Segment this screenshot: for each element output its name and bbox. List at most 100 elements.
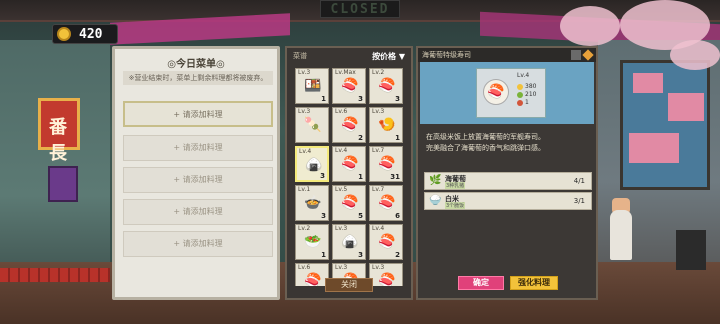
- coin-counter: 420: [52, 24, 118, 44]
- recipe-detail-panel: 海葡萄特级寿司 🍣 Lv.4 380 210 1 在高级米饭上放置海葡萄的军舰寿…: [416, 46, 598, 300]
- recipe-cell[interactable]: Lv.3 🍣: [369, 263, 403, 286]
- recipe-level: Lv.6: [335, 108, 348, 115]
- menu-slot-add-dish[interactable]: + 请添加料理: [123, 231, 273, 257]
- count-stat: 1: [517, 99, 529, 106]
- recipe-cell[interactable]: Lv.6 🍣 2: [332, 107, 366, 143]
- food-icon: 🍣: [378, 78, 396, 94]
- taste-icon: [517, 91, 523, 98]
- sea-grape-icon: 🌿: [429, 175, 442, 186]
- shop-window: [620, 60, 710, 190]
- menu-title: ◎今日菜单◎: [167, 59, 225, 70]
- recipe-level: Lv.7: [372, 186, 385, 193]
- recipe-quantity: 3: [320, 172, 325, 180]
- recipe-level: Lv.6: [298, 264, 311, 271]
- food-icon: 🍣: [341, 156, 359, 172]
- blossom-cluster: [560, 6, 620, 46]
- recipe-level: Lv.7: [372, 147, 385, 154]
- recipe-level: Lv.4: [372, 225, 385, 232]
- recipe-quantity: 1: [395, 134, 400, 142]
- taste-stat: 210: [517, 91, 536, 98]
- enhance-dish-button[interactable]: 强化料理: [510, 276, 558, 290]
- recipe-cell[interactable]: Lv.7 🍣 31: [369, 146, 403, 182]
- menu-slot-add-dish[interactable]: + 请添加料理: [123, 135, 273, 161]
- shop-hanging-sign: 番長: [38, 98, 80, 164]
- ingredient-count: 4/1: [573, 177, 585, 185]
- blossom-cluster: [670, 40, 720, 70]
- sign-glyph: 番長: [49, 117, 67, 164]
- recipe-level: Lv.3: [335, 225, 348, 232]
- recipe-cell[interactable]: Lv.3 🍙 3: [332, 224, 366, 260]
- recipe-quantity: 6: [395, 212, 400, 220]
- recipe-cell[interactable]: Lv.3 🍱 1: [295, 68, 329, 104]
- detail-title: 海葡萄特级寿司: [422, 51, 471, 59]
- recipe-grid: Lv.3 🍱 1 Lv.Max 🍣 3 Lv.2 🍣 3 Lv.3 🍡 Lv.6 🍣 2 Lv.3 🍤 1 Lv.…: [295, 68, 407, 286]
- recipe-quantity: 1: [321, 95, 326, 103]
- recipe-cell[interactable]: Lv.2 🥗 1: [295, 224, 329, 260]
- recipe-level: Lv.5: [335, 186, 348, 193]
- detail-hero: 🍣 Lv.4 380 210 1: [420, 62, 594, 124]
- menu-note: ※营业结束时，菜单上剩余料理都将被废弃。: [123, 71, 273, 85]
- recipe-cell[interactable]: Lv.4 🍣 1: [332, 146, 366, 182]
- taste-value: 210: [525, 91, 537, 98]
- chef-character: [610, 210, 632, 260]
- recipe-cell[interactable]: Lv.3 🍡: [295, 107, 329, 143]
- recipe-quantity: 2: [358, 134, 363, 142]
- food-icon: 🍣: [378, 156, 396, 172]
- recipe-cell[interactable]: Lv.4 🍣 2: [369, 224, 403, 260]
- food-icon: 🍣: [378, 273, 396, 286]
- dish-plate-icon: 🍣: [483, 79, 509, 105]
- price-stat: 380: [517, 83, 536, 90]
- red-railing: [0, 268, 110, 282]
- sort-by-price-dropdown[interactable]: 按价格 ▼: [372, 51, 405, 62]
- pin-icon[interactable]: [582, 49, 594, 61]
- recipe-cell[interactable]: Lv.6 🍣: [295, 263, 329, 286]
- ingredient-count: 3/1: [573, 197, 585, 205]
- recipe-cell[interactable]: Lv.Max 🍣 3: [332, 68, 366, 104]
- ingredient-sub: 3种乳猪: [445, 182, 466, 189]
- recipe-level: Lv.4: [335, 147, 348, 154]
- ingredient-sub: 3个脆饭: [445, 202, 466, 209]
- recipe-level: Lv.Max: [335, 69, 356, 76]
- description-line: 在高级米饭上放置海葡萄的军舰寿司。: [426, 133, 545, 141]
- recipe-level: Lv.3: [335, 264, 348, 271]
- food-icon: 🍙: [305, 157, 323, 173]
- recipe-cell[interactable]: Lv.3 🍤 1: [369, 107, 403, 143]
- stove: [676, 230, 706, 270]
- count-icon: [517, 99, 523, 106]
- menu-slot-add-dish[interactable]: + 请添加料理: [123, 199, 273, 225]
- recipe-quantity: 1: [358, 173, 363, 181]
- menu-slot-add-dish[interactable]: + 请添加料理: [123, 167, 273, 193]
- coin-icon: [517, 83, 523, 90]
- recipe-cell[interactable]: Lv.1 🍲 3: [295, 185, 329, 221]
- recipe-header: 菜谱 按价格 ▼: [287, 48, 411, 64]
- recipe-quantity: 3: [395, 95, 400, 103]
- food-icon: 🍣: [378, 234, 396, 250]
- description-line: 完美融合了海葡萄的香气和跳弹口感。: [426, 144, 545, 152]
- ingredient-row: 🌿 海葡萄 3种乳猪 4/1: [424, 172, 592, 190]
- recipe-level: Lv.2: [298, 225, 311, 232]
- recipe-level: Lv.4: [299, 148, 312, 155]
- book-icon[interactable]: [571, 50, 581, 60]
- ingredient-row: 🍚 白米 3个脆饭 3/1: [424, 192, 592, 210]
- food-icon: 🍡: [304, 117, 322, 133]
- food-icon: 🍣: [304, 273, 322, 286]
- food-icon: 🍣: [341, 117, 359, 133]
- recipe-level: Lv.3: [372, 264, 385, 271]
- close-button[interactable]: 关闭: [325, 278, 373, 292]
- menu-slot-add-dish[interactable]: + 请添加料理: [123, 101, 273, 127]
- recipe-cell[interactable]: Lv.4 🍙 3: [295, 146, 329, 182]
- recipe-cell[interactable]: Lv.5 🍣 5: [332, 185, 366, 221]
- confirm-button[interactable]: 确定: [458, 276, 504, 290]
- food-icon: 🍣: [378, 195, 396, 211]
- dish-card: 🍣 Lv.4 380 210 1: [476, 68, 546, 118]
- rice-icon: 🍚: [429, 195, 442, 206]
- recipe-cell[interactable]: Lv.7 🍣 6: [369, 185, 403, 221]
- recipe-quantity: 3: [321, 212, 326, 220]
- recipe-quantity: 5: [358, 212, 363, 220]
- recipe-quantity: 3: [358, 251, 363, 259]
- recipe-quantity: 31: [390, 173, 400, 181]
- recipe-cell[interactable]: Lv.2 🍣 3: [369, 68, 403, 104]
- food-icon: 🍲: [304, 195, 322, 211]
- recipe-list-panel: 菜谱 按价格 ▼ Lv.3 🍱 1 Lv.Max 🍣 3 Lv.2 🍣 3 Lv.3 🍡 Lv.6 🍣 2…: [285, 46, 413, 300]
- recipe-quantity: 3: [358, 95, 363, 103]
